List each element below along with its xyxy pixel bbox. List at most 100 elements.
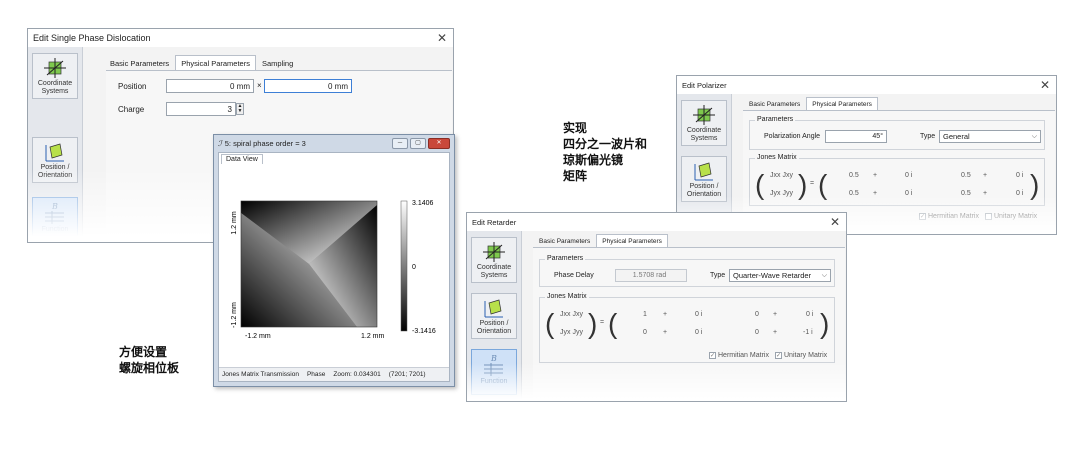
matrix-cell[interactable]: 0 i [806, 311, 813, 318]
x-axis-left-label: -1.2 mm [245, 333, 271, 340]
matrix-cell[interactable]: 0.5 [849, 190, 859, 197]
group-title: Parameters [755, 116, 796, 123]
close-icon[interactable]: ✕ [829, 215, 841, 229]
tab-physical-parameters[interactable]: Physical Parameters [596, 234, 668, 248]
unitary-checkbox[interactable]: ✓ Unitary Matrix [775, 352, 827, 359]
close-icon[interactable]: ✕ [428, 137, 450, 149]
colorbar-mid-label: 0 [412, 264, 416, 271]
colorbar-min-label: -3.1416 [412, 328, 436, 335]
hermitian-checkbox[interactable]: ✓ Hermitian Matrix [919, 213, 979, 220]
polarization-angle-input[interactable]: 45° [825, 130, 887, 143]
matrix-cell[interactable]: 0 i [695, 329, 702, 336]
sidebar-item-coordinate-systems[interactable]: Coordinate Systems [471, 237, 517, 283]
matrix-cell: + [873, 172, 878, 179]
type-select[interactable]: Quarter-Wave Retarder ⌵ [729, 269, 831, 282]
tab-physical-parameters[interactable]: Physical Parameters [175, 55, 256, 71]
sidebar-item-position-orientation[interactable]: Position / Orientation [32, 137, 78, 183]
y-axis-bottom-label: -1.2 mm [231, 302, 238, 328]
tab-basic-parameters[interactable]: Basic Parameters [104, 55, 175, 71]
sidebar: Coordinate Systems Position / Orientatio… [467, 231, 522, 401]
matrix-cell[interactable]: 1 [643, 311, 647, 318]
jones-symbol-row1: Jxx Jxy [770, 172, 793, 179]
maximize-icon[interactable]: ▢ [410, 137, 426, 149]
matrix-cell: + [983, 172, 988, 179]
type-select[interactable]: General ⌵ [939, 130, 1041, 143]
sidebar-item-label: Coordinate Systems [476, 264, 512, 279]
tab-data-view[interactable]: Data View [221, 154, 263, 164]
matrix-cell[interactable]: 0 [755, 329, 759, 336]
jones-symbol-row1: Jxx Jxy [560, 311, 583, 318]
checkbox-label: Unitary Matrix [994, 213, 1038, 220]
tab-sampling[interactable]: Sampling [256, 55, 299, 71]
position-separator: × [257, 81, 262, 90]
right-paren: ) [798, 169, 808, 200]
sidebar-item-position-orientation[interactable]: Position / Orientation [471, 293, 517, 339]
sidebar-item-coordinate-systems[interactable]: Coordinate Systems [681, 100, 727, 146]
equals-sign: = [810, 180, 815, 187]
retarder-dialog: Edit Retarder ✕ Coordinate Systems Posit… [466, 212, 847, 402]
hermitian-checkbox[interactable]: ✓ Hermitian Matrix [709, 352, 769, 359]
dialog-titlebar: Edit Single Phase Dislocation ✕ [28, 29, 453, 47]
sidebar-item-coordinate-systems[interactable]: Coordinate Systems [32, 53, 78, 99]
coordinate-systems-icon [44, 58, 66, 78]
dialog-titlebar: Edit Polarizer ✕ [677, 76, 1056, 94]
matrix-cell: + [873, 190, 878, 197]
charge-input[interactable]: 3 [166, 102, 236, 116]
position-y-input[interactable]: 0 mm [264, 79, 352, 93]
sidebar-item-label: Function [480, 378, 508, 385]
function-icon: B [45, 202, 64, 224]
matrix-cell[interactable]: 0 i [905, 190, 912, 197]
matrix-cell[interactable]: 0.5 [961, 172, 971, 179]
close-icon[interactable]: ✕ [1039, 78, 1051, 92]
type-select-value: Quarter-Wave Retarder [733, 271, 812, 280]
spiral-phase-plot[interactable]: 1.2 mm -1.2 mm -1.2 mm 1.2 mm 3.1406 0 -… [219, 165, 451, 365]
minimize-icon[interactable]: ─ [392, 137, 408, 149]
sidebar-item-function[interactable]: B Function [471, 349, 517, 395]
status-bar: Jones Matrix Transmission Phase Zoom: 0.… [219, 367, 449, 381]
phase-delay-label: Phase Delay [554, 272, 594, 279]
jones-matrix-group: Jones Matrix [749, 154, 1045, 206]
phase-delay-input[interactable]: 1.5708 rad [615, 269, 687, 282]
tab-basic-parameters[interactable]: Basic Parameters [533, 234, 596, 248]
svg-text:B: B [51, 202, 58, 211]
close-icon[interactable]: ✕ [436, 31, 448, 45]
matrix-cell[interactable]: 0.5 [849, 172, 859, 179]
checkbox-label: Hermitian Matrix [718, 352, 769, 359]
position-x-input[interactable]: 0 mm [166, 79, 254, 93]
chevron-down-icon: ⌵ [821, 272, 827, 279]
matrix-cell[interactable]: 0 i [1016, 172, 1023, 179]
tab-bar: Basic Parameters Physical Parameters Sam… [104, 55, 299, 71]
tab-bar: Basic Parameters Physical Parameters [533, 234, 668, 248]
charge-stepper[interactable]: ▲ ▼ [236, 103, 244, 115]
colorbar [400, 200, 408, 332]
data-view-window: ℐ 5: spiral phase order = 3 ─ ▢ ✕ Data V… [213, 134, 455, 387]
matrix-cell[interactable]: 0 [643, 329, 647, 336]
window-titlebar: ℐ 5: spiral phase order = 3 ─ ▢ ✕ [214, 135, 454, 151]
matrix-cell[interactable]: 0.5 [961, 190, 971, 197]
dialog-title: Edit Polarizer [682, 80, 727, 90]
y-axis-top-label: 1.2 mm [231, 211, 238, 235]
unitary-checkbox[interactable]: Unitary Matrix [985, 213, 1037, 220]
sidebar-item-label: Coordinate Systems [686, 127, 722, 142]
matrix-cell[interactable]: 0 [755, 311, 759, 318]
chevron-down-icon: ⌵ [1031, 133, 1037, 140]
charge-label: Charge [118, 105, 145, 114]
x-axis-right-label: 1.2 mm [361, 333, 385, 340]
checkbox-icon: ✓ [709, 352, 716, 359]
right-paren: ) [588, 308, 598, 339]
sidebar-item-function[interactable]: B Function [32, 197, 78, 242]
sidebar-item-position-orientation[interactable]: Position / Orientation [681, 156, 727, 202]
window-title: 5: spiral phase order = 3 [224, 138, 306, 148]
sidebar-item-label: Position / Orientation [476, 320, 512, 335]
tab-basic-parameters[interactable]: Basic Parameters [743, 97, 806, 111]
svg-text:B: B [490, 354, 497, 363]
position-orientation-icon [484, 299, 503, 318]
matrix-cell[interactable]: -1 i [803, 329, 813, 336]
group-title: Jones Matrix [755, 154, 799, 161]
matrix-cell: + [663, 329, 668, 336]
matrix-cell[interactable]: 0 i [1016, 190, 1023, 197]
annotation-spiral: 方便设置 螺旋相位板 [119, 345, 180, 375]
matrix-cell[interactable]: 0 i [905, 172, 912, 179]
matrix-cell[interactable]: 0 i [695, 311, 702, 318]
tab-physical-parameters[interactable]: Physical Parameters [806, 97, 878, 111]
